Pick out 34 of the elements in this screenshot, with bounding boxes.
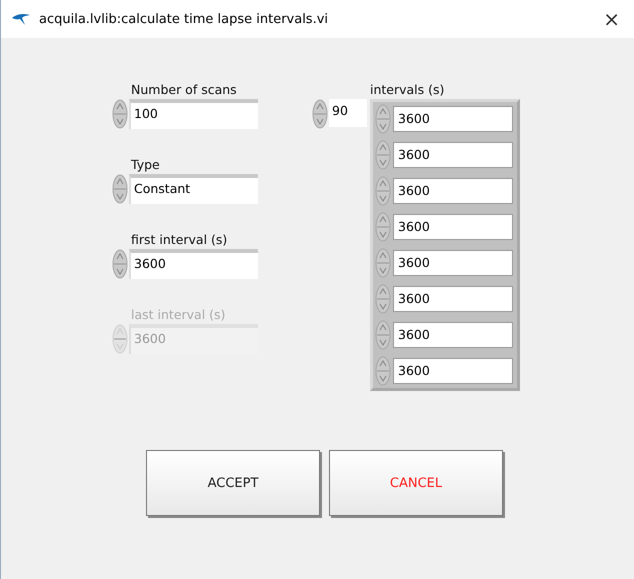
numeric-field[interactable]: 3600: [393, 178, 513, 204]
spinner-arrows-icon[interactable]: [375, 104, 391, 134]
spinner-arrows-icon[interactable]: [112, 249, 128, 279]
spinner-arrows-icon[interactable]: [375, 248, 391, 278]
spinner-arrows-icon[interactable]: [375, 284, 391, 314]
numeric-field[interactable]: 3600: [393, 286, 513, 312]
array-label: intervals (s): [369, 82, 446, 97]
field-label: last interval (s): [130, 307, 226, 322]
window-title: acquila.lvlib:calculate time lapse intervals.vi: [39, 12, 330, 26]
numeric-field[interactable]: 3600: [393, 214, 513, 240]
dialog-button[interactable]: ACCEPT: [146, 450, 320, 516]
numeric-field[interactable]: 3600: [393, 106, 513, 132]
spinner-arrows-icon[interactable]: [112, 174, 128, 204]
spinner-arrows-icon[interactable]: [375, 320, 391, 350]
numeric-field[interactable]: 3600: [393, 142, 513, 168]
bird-icon: [11, 12, 31, 26]
spinner-arrows-icon[interactable]: [375, 356, 391, 386]
numeric-field[interactable]: 3600: [129, 249, 258, 279]
field-label: first interval (s): [130, 232, 228, 247]
numeric-field[interactable]: 100: [129, 99, 258, 129]
spinner-arrows-icon[interactable]: [375, 212, 391, 242]
numeric-field[interactable]: 3600: [393, 322, 513, 348]
close-button[interactable]: ×: [599, 7, 624, 31]
numeric-field[interactable]: Constant: [129, 174, 258, 204]
spinner-arrows-icon[interactable]: [112, 99, 128, 129]
spinner-arrows-icon[interactable]: [112, 324, 128, 354]
field-label: Number of scans: [130, 82, 238, 97]
numeric-field[interactable]: 3600: [393, 250, 513, 276]
spinner-arrows-icon[interactable]: [375, 176, 391, 206]
spinner-arrows-icon[interactable]: [312, 99, 328, 129]
spinner-arrows-icon[interactable]: [375, 140, 391, 170]
index-field[interactable]: 90: [329, 99, 367, 127]
numeric-field[interactable]: 3600: [393, 358, 513, 384]
field-label: Type: [130, 157, 161, 172]
